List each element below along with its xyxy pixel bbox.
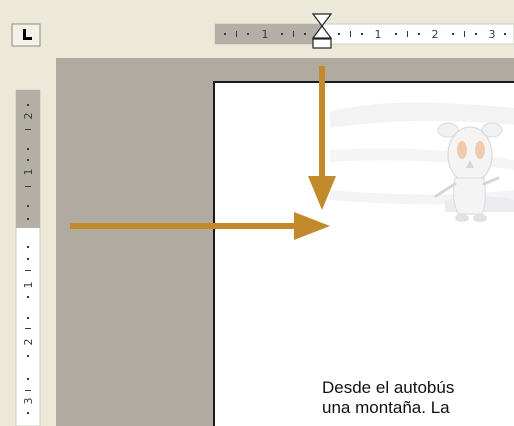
v-ruler-label: 2 bbox=[22, 113, 35, 120]
tab-selector-button[interactable] bbox=[11, 23, 41, 47]
document-text-line[interactable]: Desde el autobús bbox=[322, 378, 514, 398]
h-ruler-label: 2 bbox=[432, 28, 439, 41]
v-ruler-label: 1 bbox=[22, 169, 35, 176]
word-document-window: 1 1 2 3 2 1 1 2 3 Desde el autobús una m… bbox=[0, 0, 514, 426]
h-ruler-label: 3 bbox=[489, 28, 496, 41]
h-ruler-label: 1 bbox=[375, 28, 382, 41]
v-ruler-label: 3 bbox=[22, 398, 35, 405]
vertical-ruler[interactable]: 2 1 1 2 3 bbox=[15, 89, 41, 426]
h-ruler-label: 1 bbox=[262, 28, 269, 41]
document-text-line[interactable]: una montaña. La bbox=[322, 398, 514, 418]
v-ruler-label: 1 bbox=[22, 282, 35, 289]
left-indent-marker[interactable] bbox=[312, 38, 332, 49]
v-ruler-label: 2 bbox=[22, 339, 35, 346]
